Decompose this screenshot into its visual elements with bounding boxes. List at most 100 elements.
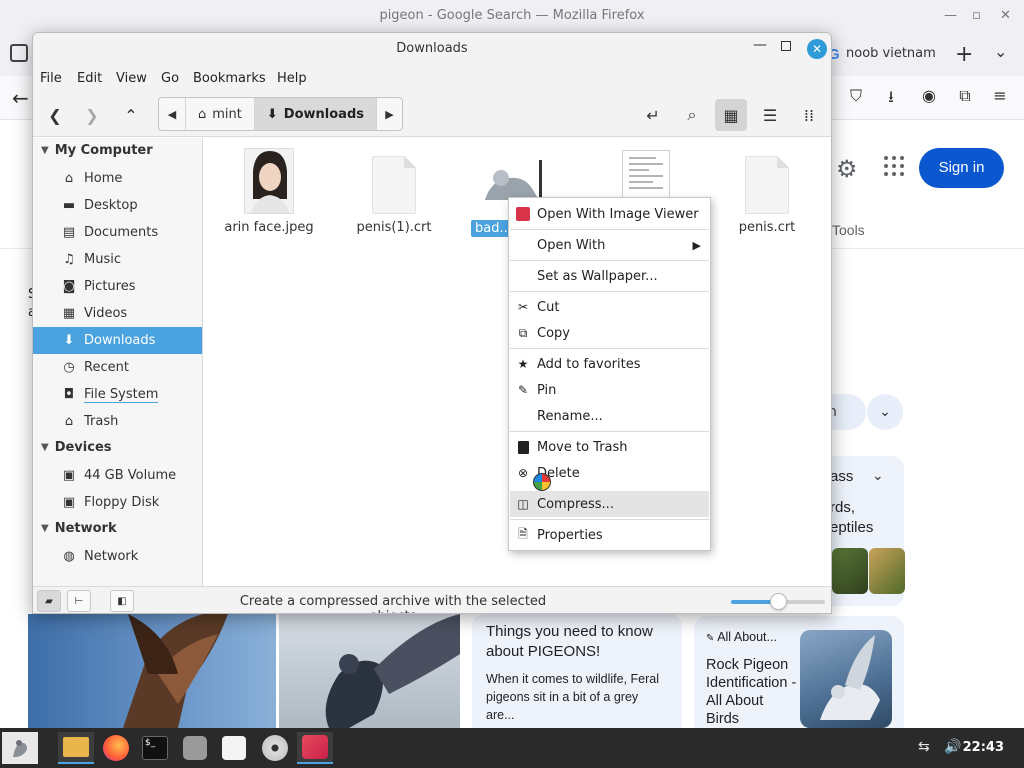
- taskbar-text-editor[interactable]: [216, 732, 252, 764]
- menu-view[interactable]: View: [116, 71, 147, 86]
- file-manager-titlebar[interactable]: Downloads — ✕: [33, 33, 831, 65]
- show-places-button[interactable]: ▰: [37, 590, 61, 612]
- list-view-button[interactable]: ☰: [754, 99, 786, 131]
- extensions-icon[interactable]: ⧉: [955, 86, 975, 106]
- taskbar-terminal[interactable]: $_: [137, 732, 173, 764]
- reptile-thumbnail[interactable]: [869, 548, 905, 594]
- bird-thumbnail[interactable]: [832, 548, 868, 594]
- downloads-icon[interactable]: ⭳: [881, 86, 901, 113]
- sidebar-item-documents[interactable]: ▤ Documents: [33, 219, 202, 246]
- sidebar-item-file-system[interactable]: ◘ File System: [33, 381, 202, 408]
- home-icon: ⌂: [198, 106, 207, 122]
- up-button[interactable]: ⌃: [115, 99, 147, 131]
- sidebar-header-devices[interactable]: ▼ Devices: [41, 440, 112, 455]
- sidebar-item-videos[interactable]: ▦ Videos: [33, 300, 202, 327]
- sign-in-button[interactable]: Sign in: [919, 148, 1004, 188]
- hamburger-menu-icon[interactable]: ≡: [990, 86, 1010, 105]
- minimize-button[interactable]: —: [753, 37, 767, 53]
- back-arrow-icon[interactable]: ←: [12, 86, 29, 110]
- result-card-title[interactable]: Rock Pigeon Identification - All About B…: [706, 656, 798, 728]
- pigeon-image-left[interactable]: [28, 614, 276, 728]
- file-name: penis.crt: [738, 220, 796, 235]
- firefox-minimize-button[interactable]: —: [944, 8, 957, 23]
- sidebar-header-my-computer[interactable]: ▼ My Computer: [41, 143, 153, 158]
- taskbar-disc[interactable]: [257, 732, 293, 764]
- sidebar-item-volume[interactable]: ▣ 44 GB Volume: [33, 462, 202, 489]
- menu-file[interactable]: File: [40, 71, 62, 86]
- menu-item-rename[interactable]: Rename...: [510, 403, 709, 429]
- path-scroll-right[interactable]: ▶: [376, 98, 402, 130]
- menu-go[interactable]: Go: [161, 71, 179, 86]
- menu-help[interactable]: Help: [277, 71, 307, 86]
- taskbar-files[interactable]: [58, 732, 94, 764]
- sidebar-item-music[interactable]: ♫ Music: [33, 246, 202, 273]
- menu-item-pin[interactable]: ✎ Pin: [510, 377, 709, 403]
- pocket-icon[interactable]: ⛉: [846, 86, 866, 106]
- back-button[interactable]: ❮: [39, 99, 71, 131]
- sidebar-item-network[interactable]: ◍ Network: [33, 543, 202, 570]
- rock-pigeon-image[interactable]: [800, 630, 892, 728]
- firefox-close-button[interactable]: ✕: [1000, 8, 1011, 23]
- icon-view-button[interactable]: ▦: [715, 99, 747, 131]
- search-button[interactable]: ⌕: [676, 99, 708, 131]
- menu-edit[interactable]: Edit: [77, 71, 102, 86]
- tools-tab[interactable]: Tools: [832, 222, 865, 238]
- taskbar-firefox[interactable]: [98, 732, 134, 764]
- forward-button[interactable]: ❯: [76, 99, 108, 131]
- zoom-slider-handle[interactable]: [770, 593, 787, 610]
- menu-item-properties[interactable]: 🗎 Properties: [510, 522, 709, 548]
- sidebar-item-recent[interactable]: ◷ Recent: [33, 354, 202, 381]
- star-icon: ★: [517, 357, 529, 371]
- file-item[interactable]: arin face.jpeg: [219, 148, 319, 235]
- show-treeview-button[interactable]: ⊢: [67, 590, 91, 612]
- breadcrumb-current[interactable]: ⬇ Downloads: [253, 98, 376, 130]
- tab-overview-icon[interactable]: [10, 44, 28, 62]
- panel-chevron-icon[interactable]: ⌄: [872, 468, 884, 484]
- google-apps-icon[interactable]: [884, 156, 904, 176]
- result-card-rock-pigeon[interactable]: ✎ All About... Rock Pigeon Identificatio…: [694, 616, 904, 728]
- tab-list-chevron-icon[interactable]: ⌄: [994, 42, 1007, 61]
- menu-item-open-with[interactable]: Open With ▶: [510, 232, 709, 258]
- sidebar-item-trash[interactable]: ⌂ Trash: [33, 408, 202, 435]
- menu-button[interactable]: [2, 732, 38, 764]
- taskbar-image-viewer[interactable]: [297, 732, 333, 764]
- sidebar-item-floppy[interactable]: ▣ Floppy Disk: [33, 489, 202, 516]
- toggle-location-button[interactable]: ↵: [637, 99, 669, 131]
- path-scroll-left[interactable]: ◀: [159, 98, 185, 130]
- chevron-down-icon[interactable]: ⌄: [867, 394, 903, 430]
- menu-item-set-wallpaper[interactable]: Set as Wallpaper...: [510, 263, 709, 289]
- maximize-button[interactable]: [781, 41, 791, 51]
- network-disconnected-icon[interactable]: ⇆: [918, 739, 930, 755]
- settings-gear-icon[interactable]: ⚙: [836, 155, 858, 183]
- file-item[interactable]: penis.crt: [717, 156, 817, 235]
- sidebar-item-downloads[interactable]: ⬇ Downloads: [33, 327, 202, 354]
- breadcrumb-home[interactable]: ⌂ mint: [185, 98, 254, 130]
- sidebar-item-pictures[interactable]: ◙ Pictures: [33, 273, 202, 300]
- taskbar-disks[interactable]: [177, 732, 213, 764]
- zoom-slider[interactable]: [731, 593, 825, 610]
- menu-item-move-to-trash[interactable]: Move to Trash: [510, 434, 709, 460]
- clock[interactable]: 22:43: [963, 740, 1004, 755]
- pigeon-image-right[interactable]: [279, 614, 460, 728]
- sidebar-item-desktop[interactable]: ▬ Desktop: [33, 192, 202, 219]
- sidebar-item-home[interactable]: ⌂ Home: [33, 165, 202, 192]
- result-card-things[interactable]: Things you need to know about PIGEONS! W…: [472, 614, 682, 728]
- account-icon[interactable]: ◉: [919, 86, 939, 105]
- close-button[interactable]: ✕: [807, 39, 827, 59]
- volume-icon[interactable]: 🔊: [944, 739, 961, 755]
- menu-item-compress[interactable]: ◫ Compress...: [510, 491, 709, 517]
- filter-chip[interactable]: n: [826, 394, 866, 430]
- firefox-tab-label[interactable]: noob vietnam: [846, 46, 936, 61]
- result-card-title[interactable]: Things you need to know about PIGEONS!: [486, 622, 668, 662]
- compact-view-button[interactable]: ⁞⁞: [793, 99, 825, 131]
- menu-bookmarks[interactable]: Bookmarks: [193, 71, 266, 86]
- hide-sidebar-button[interactable]: ◧: [110, 590, 134, 612]
- sidebar-header-network[interactable]: ▼ Network: [41, 521, 117, 536]
- menu-item-cut[interactable]: ✂ Cut: [510, 294, 709, 320]
- new-tab-button[interactable]: +: [955, 42, 973, 67]
- menu-item-add-favorites[interactable]: ★ Add to favorites: [510, 351, 709, 377]
- menu-item-copy[interactable]: ⧉ Copy: [510, 320, 709, 346]
- firefox-maximize-button[interactable]: ▫: [972, 8, 981, 23]
- file-item[interactable]: penis(1).crt: [344, 156, 444, 235]
- menu-item-open-with-image-viewer[interactable]: Open With Image Viewer: [510, 201, 709, 227]
